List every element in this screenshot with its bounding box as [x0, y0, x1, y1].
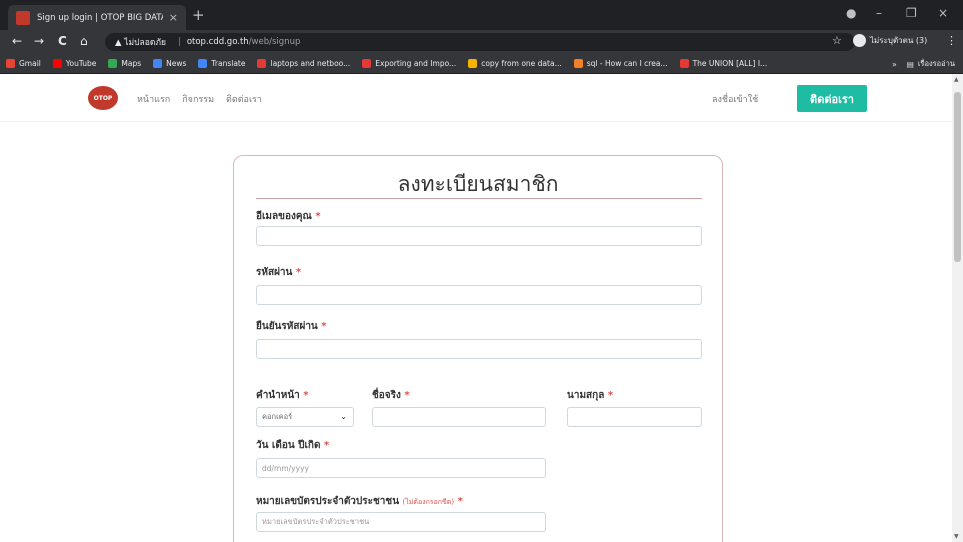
- otop-logo[interactable]: OTOP: [88, 86, 118, 110]
- url-host: otop.cdd.go.th: [186, 37, 249, 47]
- bookmark-copy[interactable]: copy from one data...: [468, 59, 562, 68]
- login-link[interactable]: ลงชื่อเข้าใช้: [712, 92, 758, 106]
- firstname-label: ชื่อจริง *: [372, 390, 410, 401]
- forward-arrow-icon[interactable]: →: [34, 34, 44, 48]
- bookmark-gmail[interactable]: Gmail: [6, 59, 41, 68]
- maps-icon: [108, 59, 118, 68]
- idcard-placeholder: หมายเลขบัตรประจำตัวประชาชน: [262, 517, 370, 526]
- bookmarks-bar: Gmail YouTube Maps News Translate laptop…: [0, 54, 963, 74]
- address-separator: |: [177, 37, 181, 47]
- record-icon[interactable]: ●: [846, 6, 856, 20]
- home-icon[interactable]: ⌂: [80, 34, 88, 48]
- dob-label: วัน เดือน ปีเกิด *: [256, 440, 330, 451]
- scroll-up-arrow-icon[interactable]: ▲: [954, 76, 959, 83]
- bookmark-translate[interactable]: Translate: [198, 59, 245, 68]
- prefix-select[interactable]: คอกเคอร์ ⌄: [256, 407, 354, 427]
- dob-field[interactable]: dd/mm/yyyy: [256, 458, 546, 478]
- translate-icon: [198, 59, 208, 68]
- chevron-down-icon: ⌄: [340, 412, 347, 421]
- prefix-value: คอกเคอร์: [262, 412, 293, 421]
- bookmarks-right: » ▤ เรื่องรออ่าน: [892, 58, 955, 70]
- email-field[interactable]: [256, 226, 702, 246]
- site-navbar: OTOP หน้าแรก กิจกรรม ติดต่อเรา ลงชื่อเข้…: [0, 74, 952, 122]
- bookmark-exporting[interactable]: Exporting and Impo...: [362, 59, 456, 68]
- contact-button[interactable]: ติดต่อเรา: [797, 85, 867, 112]
- scroll-down-arrow-icon[interactable]: ▼: [954, 533, 959, 540]
- reload-icon[interactable]: C: [58, 34, 67, 48]
- site-nav-links: หน้าแรก กิจกรรม ติดต่อเรา: [137, 92, 274, 106]
- idcard-label: หมายเลขบัตรประจำตัวประชาชน (ไม่ต้องกรอกข…: [256, 496, 463, 507]
- reading-list-icon[interactable]: ▤: [907, 60, 914, 69]
- page-scrollbar[interactable]: ▲ ▼: [952, 74, 963, 542]
- new-tab-button[interactable]: +: [192, 6, 205, 24]
- bookmark-union[interactable]: The UNION [ALL] I...: [679, 59, 767, 68]
- site-favicon-icon: [16, 10, 30, 25]
- bookmark-site-icon: [362, 59, 372, 68]
- youtube-icon: [52, 59, 62, 68]
- tab-close-icon[interactable]: ×: [169, 11, 178, 24]
- not-secure-label[interactable]: ▲ ไม่ปลอดภัย: [115, 35, 166, 49]
- web-page: OTOP หน้าแรก กิจกรรม ติดต่อเรา ลงชื่อเข้…: [0, 74, 952, 542]
- bookmark-star-icon[interactable]: ☆: [832, 34, 842, 47]
- password-field[interactable]: [256, 285, 702, 305]
- bookmark-laptops[interactable]: laptops and netboo...: [257, 59, 350, 68]
- firstname-field[interactable]: [372, 407, 546, 427]
- bookmark-sql[interactable]: sql - How can I crea...: [573, 59, 668, 68]
- stackoverflow-icon: [573, 59, 583, 68]
- address-bar[interactable]: ▲ ไม่ปลอดภัย | otop.cdd.go.th /web/signu…: [105, 33, 855, 51]
- nav-activities-link[interactable]: กิจกรรม: [182, 92, 214, 106]
- prefix-label: คำนำหน้า *: [256, 390, 309, 401]
- news-icon: [153, 59, 163, 68]
- more-bookmarks-icon[interactable]: »: [892, 60, 897, 69]
- password-label: รหัสผ่าน *: [256, 267, 302, 278]
- nav-contact-link[interactable]: ติดต่อเรา: [226, 92, 262, 106]
- signup-card: ลงทะเบียนสมาชิก อีเมลของคุณ * รหัสผ่าน *…: [233, 155, 723, 542]
- profile-button[interactable]: ไม่ระบุตัวตน (3): [853, 34, 927, 47]
- url-path: /web/signup: [248, 37, 301, 47]
- bookmark-site-icon: [679, 59, 689, 68]
- gmail-icon: [6, 59, 15, 68]
- bookmark-youtube[interactable]: YouTube: [52, 59, 96, 68]
- email-label: อีเมลของคุณ *: [256, 211, 321, 222]
- back-arrow-icon[interactable]: ←: [12, 34, 22, 48]
- lastname-field[interactable]: [567, 407, 702, 427]
- scroll-thumb[interactable]: [954, 92, 961, 262]
- close-window-button[interactable]: ×: [938, 6, 948, 20]
- lastname-label: นามสกุล *: [567, 390, 614, 401]
- idcard-field[interactable]: หมายเลขบัตรประจำตัวประชาชน: [256, 512, 546, 532]
- profile-label: ไม่ระบุตัวตน (3): [870, 36, 928, 45]
- bookmark-maps[interactable]: Maps: [108, 59, 141, 68]
- nav-home-link[interactable]: หน้าแรก: [137, 92, 170, 106]
- incognito-avatar-icon: [853, 34, 866, 47]
- tab-title: Sign up login | OTOP BIG DATA: [37, 12, 163, 23]
- browser-menu-icon[interactable]: ⋮: [946, 34, 957, 47]
- confirm-password-label: ยืนยันรหัสผ่าน *: [256, 321, 327, 332]
- confirm-password-field[interactable]: [256, 339, 702, 359]
- dob-placeholder: dd/mm/yyyy: [262, 463, 309, 473]
- bookmark-site-icon: [468, 59, 478, 68]
- minimize-button[interactable]: –: [876, 6, 882, 20]
- browser-tab[interactable]: Sign up login | OTOP BIG DATA ×: [8, 5, 186, 30]
- title-divider: [256, 198, 702, 199]
- browser-tab-strip: Sign up login | OTOP BIG DATA × + ● – ❐ …: [0, 0, 963, 30]
- reading-list-label[interactable]: เรื่องรออ่าน: [918, 58, 955, 70]
- browser-toolbar: ← → C ⌂ ▲ ไม่ปลอดภัย | otop.cdd.go.th /w…: [0, 30, 963, 54]
- bookmark-news[interactable]: News: [153, 59, 186, 68]
- bookmark-site-icon: [257, 59, 267, 68]
- signup-title: ลงทะเบียนสมาชิก: [397, 172, 559, 196]
- maximize-button[interactable]: ❐: [906, 6, 917, 20]
